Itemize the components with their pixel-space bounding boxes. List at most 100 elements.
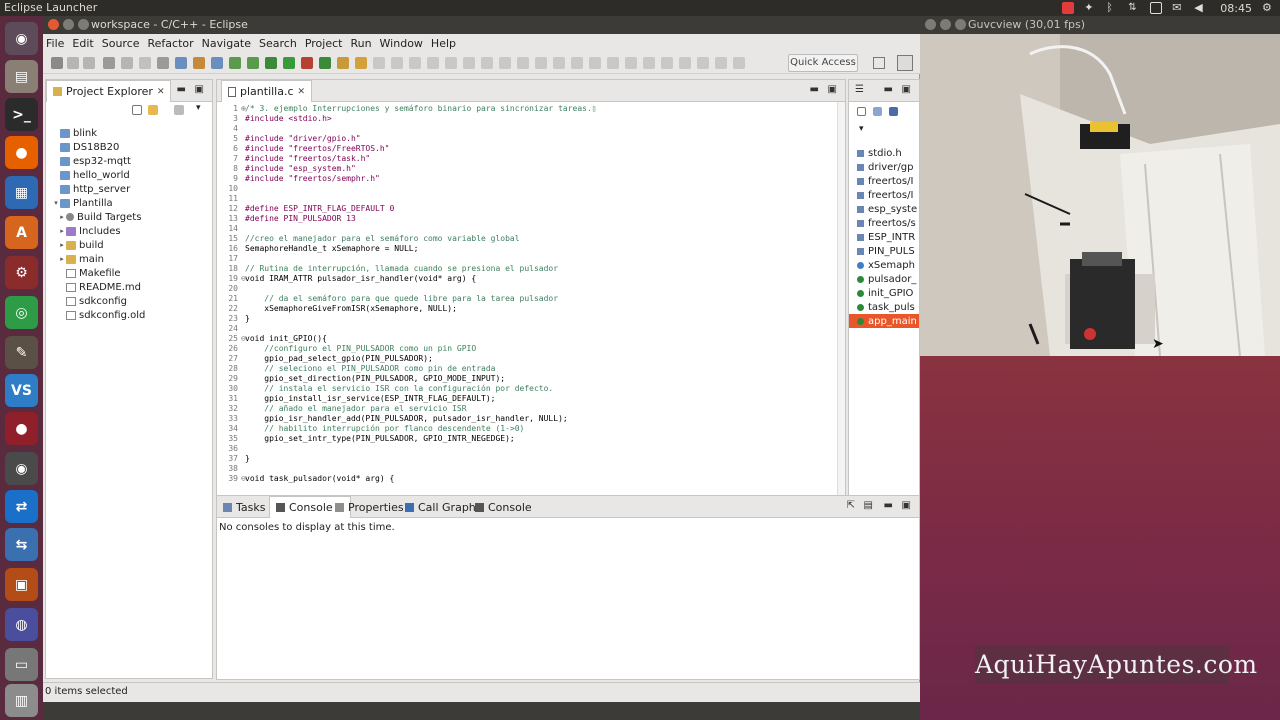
toolbar-icon[interactable] — [589, 57, 601, 69]
expand-toggle-icon[interactable]: ▾ — [52, 199, 60, 207]
menu-file[interactable]: File — [46, 37, 64, 50]
toolbar-icon[interactable] — [175, 57, 187, 69]
tree-item[interactable]: blink — [46, 126, 212, 140]
toolbar-icon[interactable] — [679, 57, 691, 69]
tree-item[interactable]: ▸ build — [46, 238, 212, 252]
mail-icon[interactable]: ✉ — [1172, 2, 1184, 14]
view-menu-icon[interactable]: ▾ — [859, 124, 864, 134]
toolbar-icon[interactable] — [481, 57, 493, 69]
maximize-view-icon[interactable]: ▣ — [902, 500, 911, 511]
toolbar-icon[interactable] — [643, 57, 655, 69]
outline-item[interactable]: freertos/I — [849, 188, 919, 202]
fold-toggle-icon[interactable] — [241, 464, 245, 474]
toolbar-icon[interactable] — [733, 57, 745, 69]
menu-navigate[interactable]: Navigate — [202, 37, 251, 50]
toolbar-icon[interactable] — [625, 57, 637, 69]
webcam-icon[interactable]: ◉ — [5, 452, 38, 485]
toolbar-icon[interactable] — [51, 57, 63, 69]
tab-properties[interactable]: Properties — [329, 496, 410, 518]
tree-item[interactable]: ▾ Plantilla — [46, 196, 212, 210]
network-icon[interactable]: ⇆ — [5, 528, 38, 561]
tab-project-explorer[interactable]: Project Explorer ✕ — [46, 80, 172, 102]
outline-item[interactable]: stdio.h — [849, 146, 919, 160]
settings-icon[interactable]: ⚙ — [5, 256, 38, 289]
disk-icon[interactable]: ▭ — [5, 648, 38, 681]
toolbar-icon[interactable] — [67, 57, 79, 69]
toolbar-icon[interactable] — [553, 57, 565, 69]
tree-item[interactable]: ▸ Build Targets — [46, 210, 212, 224]
collapse-all-icon[interactable] — [132, 105, 142, 115]
tree-item[interactable]: hello_world — [46, 168, 212, 182]
toolbar-icon[interactable] — [607, 57, 619, 69]
minimize-editor-icon[interactable]: ▬ — [810, 84, 819, 95]
fold-toggle-icon[interactable] — [241, 324, 245, 334]
clock[interactable]: 08:45 — [1220, 2, 1252, 15]
toolbar-icon[interactable] — [409, 57, 421, 69]
fold-toggle-icon[interactable] — [241, 184, 245, 194]
outline-item[interactable]: ESP_INTR — [849, 230, 919, 244]
menu-search[interactable]: Search — [259, 37, 297, 50]
toolbar-icon[interactable] — [139, 57, 151, 69]
keyboard-layout-icon[interactable] — [1150, 2, 1163, 14]
open-perspective-icon[interactable] — [873, 57, 885, 69]
collapse-icon[interactable] — [857, 107, 866, 116]
maximize-view-icon[interactable]: ▣ — [902, 84, 911, 95]
toolbar-icon[interactable] — [535, 57, 547, 69]
firefox-icon[interactable]: ● — [5, 136, 38, 169]
writer-icon[interactable]: ▦ — [5, 176, 38, 209]
tree-item[interactable]: sdkconfig — [46, 294, 212, 308]
menu-edit[interactable]: Edit — [72, 37, 93, 50]
menu-run[interactable]: Run — [350, 37, 371, 50]
toolbar-icon[interactable] — [661, 57, 673, 69]
close-window-button[interactable] — [925, 19, 936, 30]
toolbar-icon[interactable] — [337, 57, 349, 69]
toolbar-icon[interactable] — [445, 57, 457, 69]
teamviewer-icon[interactable]: ⇄ — [5, 490, 38, 523]
outline-item[interactable]: pulsador_ — [849, 272, 919, 286]
toolbar-icon[interactable] — [499, 57, 511, 69]
expand-toggle-icon[interactable]: ▸ — [58, 241, 66, 249]
display-console-icon[interactable]: ▤ — [864, 500, 873, 511]
toolbar-icon[interactable] — [463, 57, 475, 69]
outline-item[interactable]: xSemaph — [849, 258, 919, 272]
tree-item[interactable]: esp32-mqtt — [46, 154, 212, 168]
gear-icon[interactable]: ⚙ — [1262, 2, 1274, 14]
maximize-editor-icon[interactable]: ▣ — [828, 84, 837, 95]
toolbar-icon[interactable] — [715, 57, 727, 69]
toolbar-icon[interactable] — [157, 57, 169, 69]
link-editor-icon[interactable] — [148, 105, 158, 115]
maximize-view-icon[interactable]: ▣ — [195, 84, 204, 95]
minimize-window-button[interactable] — [63, 19, 74, 30]
toolbar-icon[interactable] — [319, 57, 331, 69]
dropbox-icon[interactable]: ✦ — [1084, 2, 1096, 14]
sphere-icon[interactable]: ◍ — [5, 608, 38, 641]
toolbar-icon[interactable] — [571, 57, 583, 69]
tab-plantilla-c[interactable]: plantilla.c ✕ — [221, 80, 313, 102]
expand-toggle-icon[interactable]: ▸ — [58, 227, 66, 235]
files-icon[interactable]: ▤ — [5, 60, 38, 93]
fold-toggle-icon[interactable] — [241, 254, 245, 264]
expand-toggle-icon[interactable]: ▸ — [58, 255, 66, 263]
ubuntu-dash-icon[interactable]: ◉ — [5, 22, 38, 55]
tree-item[interactable]: Makefile — [46, 266, 212, 280]
app-icon-red[interactable]: ● — [5, 412, 38, 445]
toolbar-icon[interactable] — [427, 57, 439, 69]
toolbar-icon[interactable] — [229, 57, 241, 69]
toolbar-icon[interactable] — [373, 57, 385, 69]
view-menu-icon[interactable]: ▾ — [196, 103, 201, 113]
toolbar-icon[interactable] — [283, 57, 295, 69]
toolbar-icon[interactable] — [247, 57, 259, 69]
sort-icon[interactable] — [873, 107, 882, 116]
toolbar-icon[interactable] — [391, 57, 403, 69]
toolbar-icon[interactable] — [193, 57, 205, 69]
trash-icon[interactable]: ▥ — [5, 684, 38, 717]
outline-item[interactable]: app_main — [849, 314, 919, 328]
toolbar-icon[interactable] — [355, 57, 367, 69]
outline-item[interactable]: esp_syste — [849, 202, 919, 216]
outline-item[interactable]: freertos/I — [849, 174, 919, 188]
volume-icon[interactable]: ◀ — [1194, 2, 1206, 14]
outline-view-icon[interactable]: ☰ — [855, 84, 864, 95]
fold-toggle-icon[interactable] — [241, 284, 245, 294]
eclipse-icon[interactable]: ▣ — [5, 568, 38, 601]
chrome-icon[interactable]: ◎ — [5, 296, 38, 329]
